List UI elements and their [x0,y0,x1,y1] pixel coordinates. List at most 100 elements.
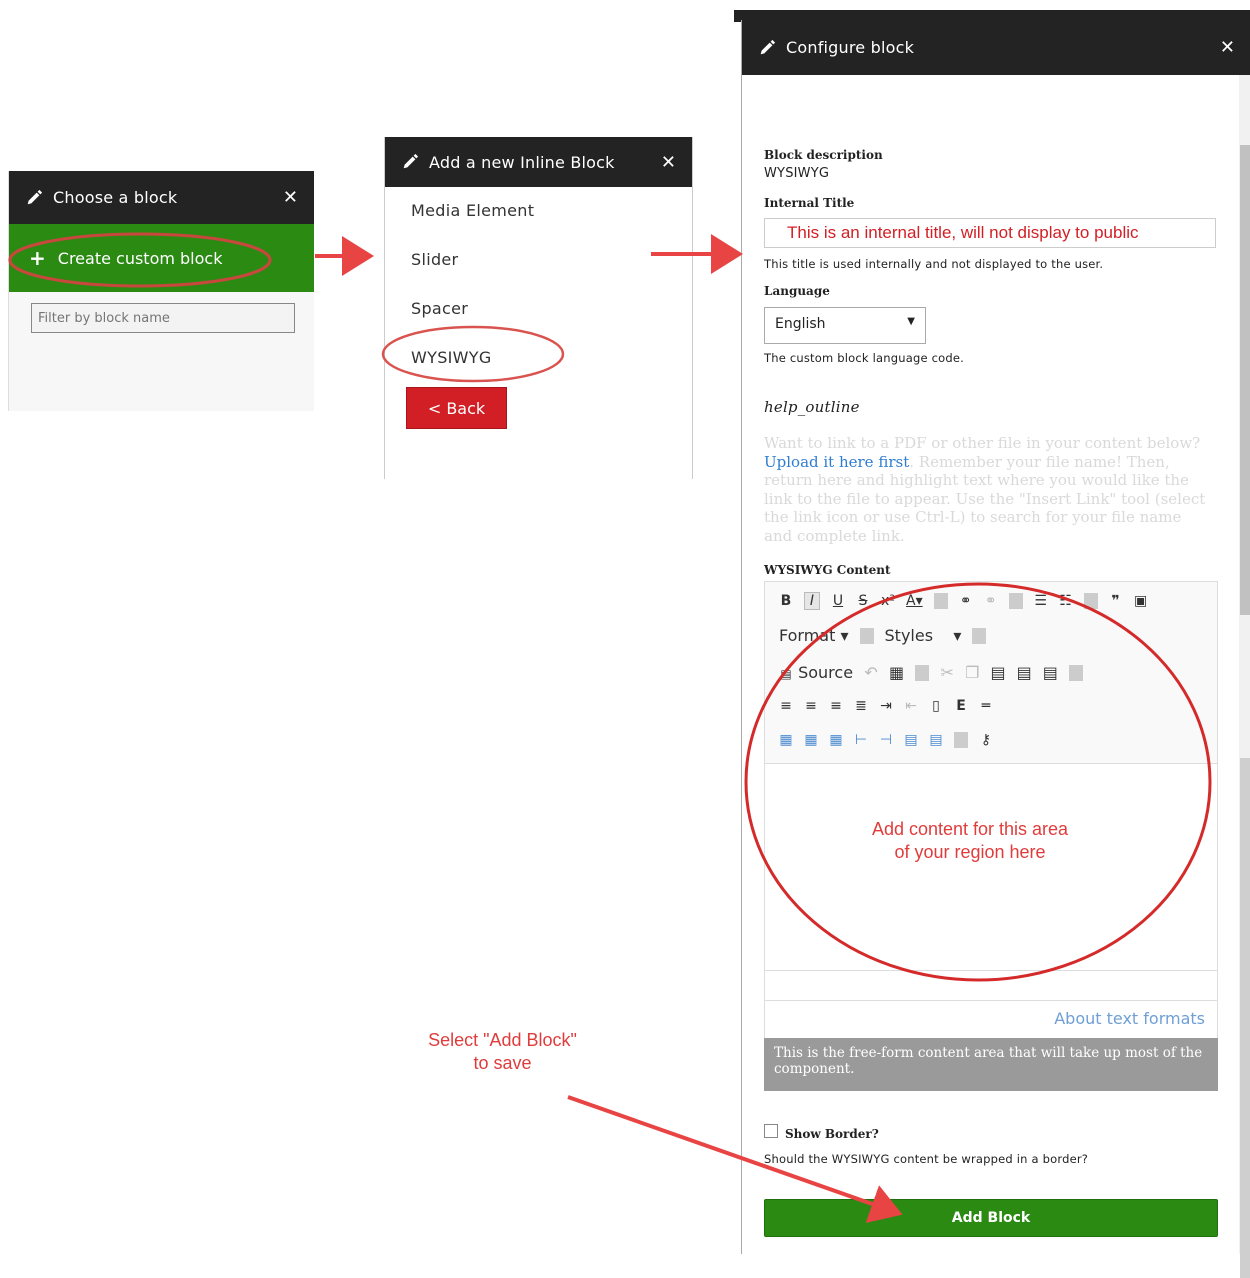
toolbar-row-3: ▤ Source ↶ ▦ ✂ ❐ ▤ ▤ ▤ [779,663,1083,682]
separator [915,664,930,681]
source-label: Source [798,663,854,682]
dialog-header: Add a new Inline Block ✕ [385,137,692,187]
pencil-icon [760,39,776,54]
pencil-icon [27,189,43,204]
image-icon[interactable]: ▣ [1134,593,1148,609]
table-icon[interactable]: ▦ [889,663,904,682]
dialog-title: Add a new Inline Block [429,152,615,172]
italic-icon[interactable]: I [804,592,820,610]
embed-icon[interactable]: E [954,698,968,714]
block-item-slider[interactable]: Slider [411,250,458,269]
block-item-spacer[interactable]: Spacer [411,299,468,318]
close-icon[interactable]: ✕ [283,187,298,208]
toolbar-row-5: ▦ ▦ ▦ ⊢ ⊣ ▤ ▤ ⚷ [779,732,993,748]
copy-icon[interactable]: ❐ [965,663,979,682]
separator [1083,593,1098,609]
help-outline-icon: help_outline [764,398,860,416]
align-left-icon[interactable]: ≡ [779,698,793,714]
create-custom-block-button[interactable]: + Create custom block [9,224,314,292]
link-icon[interactable]: ⚭ [959,593,973,609]
justify-icon[interactable]: ≣ [854,698,868,714]
content-annotation-line1: Add content for this area [871,819,1069,839]
about-text-formats-link[interactable]: About text formats [1054,1009,1205,1028]
format-label: Format [779,626,836,645]
show-border-help: Should the WYSIWYG content be wrapped in… [764,1152,1089,1166]
scroll-thumb-secondary[interactable] [1240,758,1250,1278]
blockquote-icon[interactable]: ❞ [1109,593,1123,609]
align-center-icon[interactable]: ≡ [804,698,818,714]
choose-block-dialog: Choose a block ✕ + Create custom block [8,171,314,411]
back-button[interactable]: < Back [406,387,507,429]
help-text-part1: Want to link to a PDF or other file in y… [764,434,1201,452]
indent-icon[interactable]: ⇥ [879,698,893,714]
styles-label: Styles [884,626,934,645]
horizontal-rule-icon[interactable]: ═ [979,698,993,714]
undo-icon[interactable]: ↶ [864,663,878,682]
insert-column-after-icon[interactable]: ⊣ [879,732,893,748]
show-border-checkbox[interactable] [764,1124,778,1138]
configure-block-dialog: Configure block ✕ Block description WYSI… [741,20,1250,1278]
dialog-title: Configure block [786,38,915,57]
filter-block-input[interactable] [31,303,295,333]
language-value: English [775,316,826,332]
content-annotation: Add content for this area of your region… [850,818,1090,864]
align-right-icon[interactable]: ≡ [829,698,843,714]
bold-icon[interactable]: B [779,593,793,609]
numbered-list-icon[interactable]: ☷ [1059,593,1073,609]
source-button[interactable]: ▤ Source [779,663,853,682]
separator [972,627,987,644]
key-icon[interactable]: ⚷ [979,732,993,748]
separator [933,593,948,609]
paste-word-icon[interactable]: ▤ [1043,663,1058,682]
cut-icon[interactable]: ✂ [940,663,954,682]
language-label: Language [764,284,830,298]
content-annotation-line2: of your region here [894,842,1046,862]
insert-row-after-icon[interactable]: ▤ [929,732,943,748]
create-custom-block-label: Create custom block [57,248,223,268]
block-item-media-element[interactable]: Media Element [411,201,534,220]
separator [1008,593,1023,609]
language-help: The custom block language code. [764,351,965,365]
scroll-thumb[interactable] [1240,145,1250,615]
insert-column-before-icon[interactable]: ⊢ [854,732,868,748]
dialog-title: Choose a block [53,188,178,207]
editor-content-area[interactable] [765,763,1217,971]
internal-title-field[interactable]: This is an internal title, will not disp… [764,218,1216,248]
scrollbar[interactable] [1239,75,1250,1278]
block-description-label: Block description [764,148,883,162]
text-color-icon[interactable]: A▾ [906,593,923,609]
table-properties-icon[interactable]: ▦ [779,732,793,748]
upload-link[interactable]: Upload it here first [764,453,909,471]
internal-title-label: Internal Title [764,196,855,210]
format-dropdown[interactable]: Format ▾ [779,626,849,645]
wysiwyg-editor[interactable]: B I U S x² A▾ ⚭ ⚭ ☰ ☷ ❞ ▣ Format ▾ Style… [764,581,1218,1001]
separator [1068,664,1083,681]
outdent-icon[interactable]: ⇤ [904,698,918,714]
styles-dropdown[interactable]: Styles ▾ [885,626,962,645]
strikethrough-icon[interactable]: S [856,593,870,609]
close-icon[interactable]: ✕ [1220,37,1235,58]
block-item-wysiwyg[interactable]: WYSIWYG [411,348,492,367]
underline-icon[interactable]: U [831,593,845,609]
superscript-icon[interactable]: x² [881,593,895,609]
pencil-icon [403,153,419,169]
table-insert-icon[interactable]: ▦ [804,732,818,748]
unlink-icon[interactable]: ⚭ [984,593,998,609]
document-icon[interactable]: ▯ [929,698,943,714]
save-annotation-line2: to save [473,1053,532,1073]
insert-row-before-icon[interactable]: ▤ [904,732,918,748]
paste-icon[interactable]: ▤ [991,663,1006,682]
add-block-button[interactable]: Add Block [764,1199,1218,1237]
language-select[interactable]: English ▼ [764,307,926,344]
wysiwyg-content-label: WYSIWYG Content [764,563,891,577]
help-text: Want to link to a PDF or other file in y… [764,434,1214,545]
editor-toolbar: B I U S x² A▾ ⚭ ⚭ ☰ ☷ ❞ ▣ Format ▾ Style… [765,582,1217,763]
plus-icon: + [29,246,46,270]
paste-text-icon[interactable]: ▤ [1017,663,1032,682]
separator [954,732,968,748]
table-delete-icon[interactable]: ▦ [829,732,843,748]
close-icon[interactable]: ✕ [661,152,676,173]
save-annotation: Select "Add Block" to save [400,1029,605,1075]
block-description-value: WYSIWYG [764,166,830,181]
bulleted-list-icon[interactable]: ☰ [1034,593,1048,609]
